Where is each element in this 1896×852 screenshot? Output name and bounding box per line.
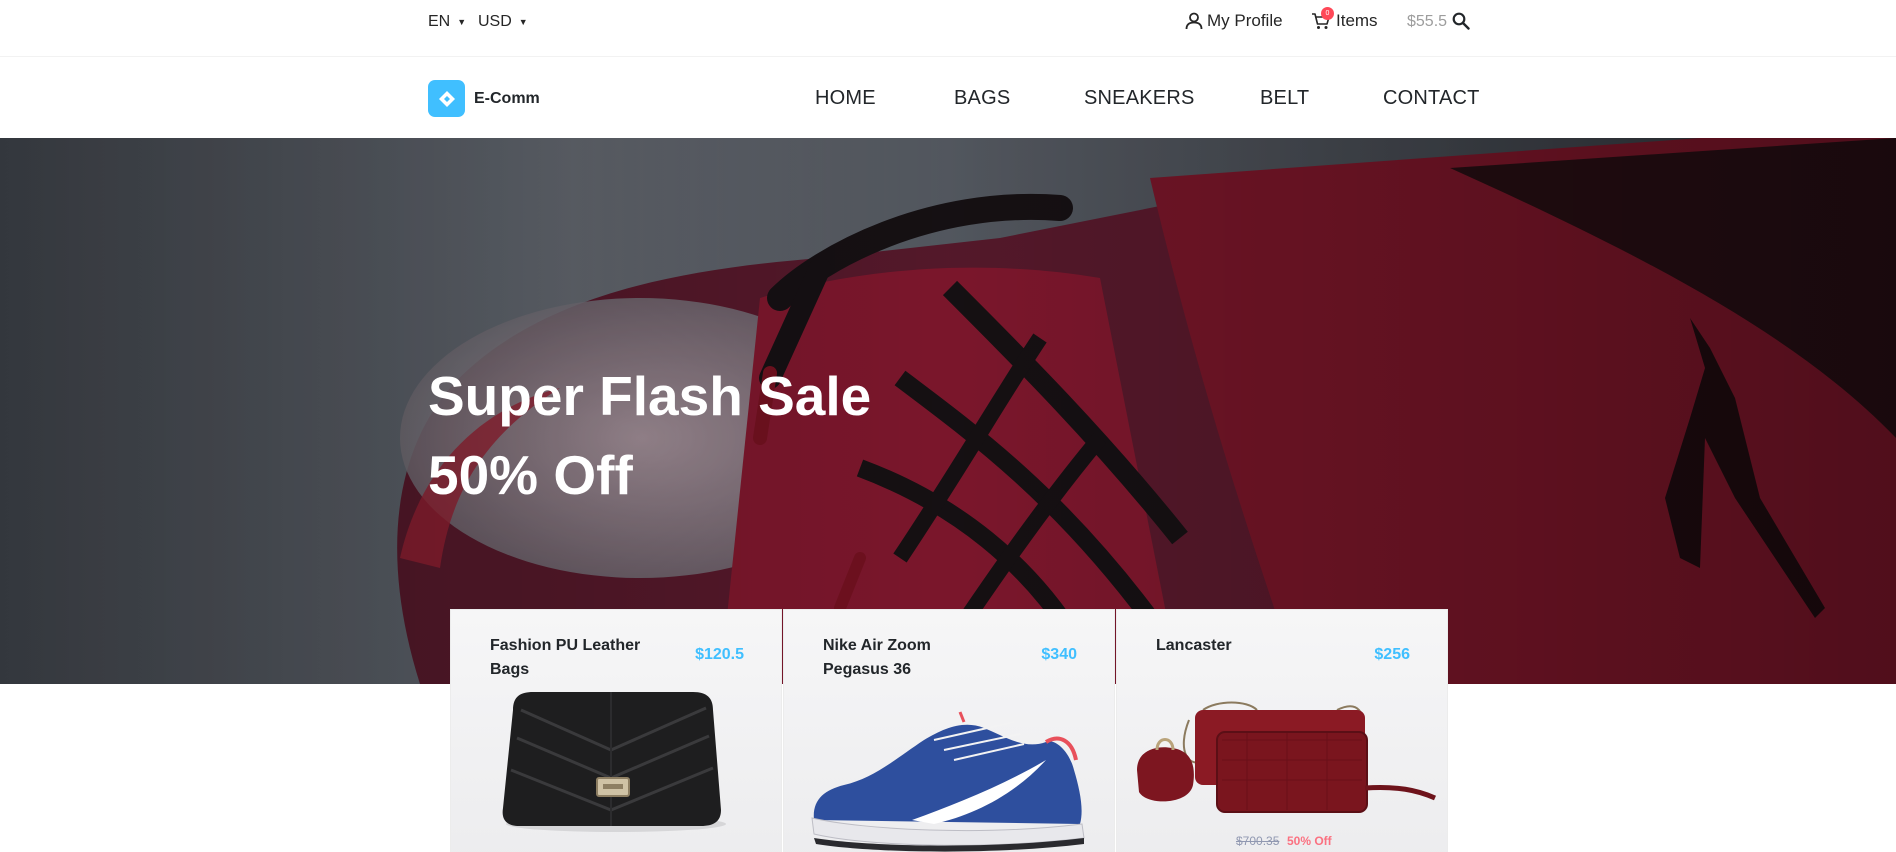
language-selector[interactable]: EN ▼	[428, 13, 466, 31]
cart-total: $55.5	[1407, 13, 1448, 30]
user-icon	[1185, 12, 1203, 30]
product-card[interactable]: Fashion PU Leather Bags $120.5	[450, 609, 782, 852]
cart-items-label: Items	[1336, 11, 1378, 30]
caret-down-icon: ▼	[457, 17, 467, 27]
search-icon[interactable]	[1452, 12, 1470, 30]
cart-count-badge: 0	[1321, 7, 1334, 20]
hero-sneaker-image	[0, 138, 1896, 684]
product-card[interactable]: Nike Air Zoom Pegasus 36 $340	[783, 609, 1115, 852]
hero-title: Super Flash Sale	[428, 365, 872, 427]
product-card[interactable]: Lancaster $256 $700.35 50% Off	[1116, 609, 1448, 852]
my-profile-label: My Profile	[1207, 11, 1283, 30]
nav-home[interactable]: HOME	[815, 87, 876, 110]
nav-belt[interactable]: BELT	[1260, 87, 1309, 110]
language-value: EN	[428, 13, 451, 30]
hero-subtitle: 50% Off	[428, 444, 633, 506]
product-price: $120.5	[695, 646, 744, 663]
currency-value: USD	[478, 13, 512, 30]
my-profile-link[interactable]: My Profile	[1185, 11, 1283, 31]
currency-selector[interactable]: USD ▼	[478, 13, 528, 31]
caret-down-icon: ▼	[518, 17, 528, 27]
product-name: Lancaster	[1156, 637, 1232, 654]
top-bar: EN ▼ USD ▼ My Profile 0 Items $55.5	[0, 0, 1896, 44]
product-name: Nike Air Zoom Pegasus 36	[823, 637, 931, 678]
header-divider	[0, 56, 1896, 57]
hero-banner: Super Flash Sale 50% Off	[0, 138, 1896, 684]
product-price: $340	[1041, 646, 1077, 663]
nav-sneakers[interactable]: SNEAKERS	[1084, 87, 1195, 110]
nav-contact[interactable]: CONTACT	[1383, 87, 1480, 110]
discount-label: 50% Off	[1287, 834, 1332, 848]
original-price: $700.35	[1236, 834, 1280, 848]
product-price: $256	[1374, 646, 1410, 663]
nav-bags[interactable]: BAGS	[954, 87, 1010, 110]
main-nav: HOME BAGS SNEAKERS BELT CONTACT	[0, 87, 1896, 113]
product-name: Fashion PU Leather Bags	[490, 637, 641, 678]
cart-link[interactable]: 0 Items	[1311, 7, 1378, 31]
featured-products: Fashion PU Leather Bags $120.5 Nike Air …	[450, 609, 1449, 852]
